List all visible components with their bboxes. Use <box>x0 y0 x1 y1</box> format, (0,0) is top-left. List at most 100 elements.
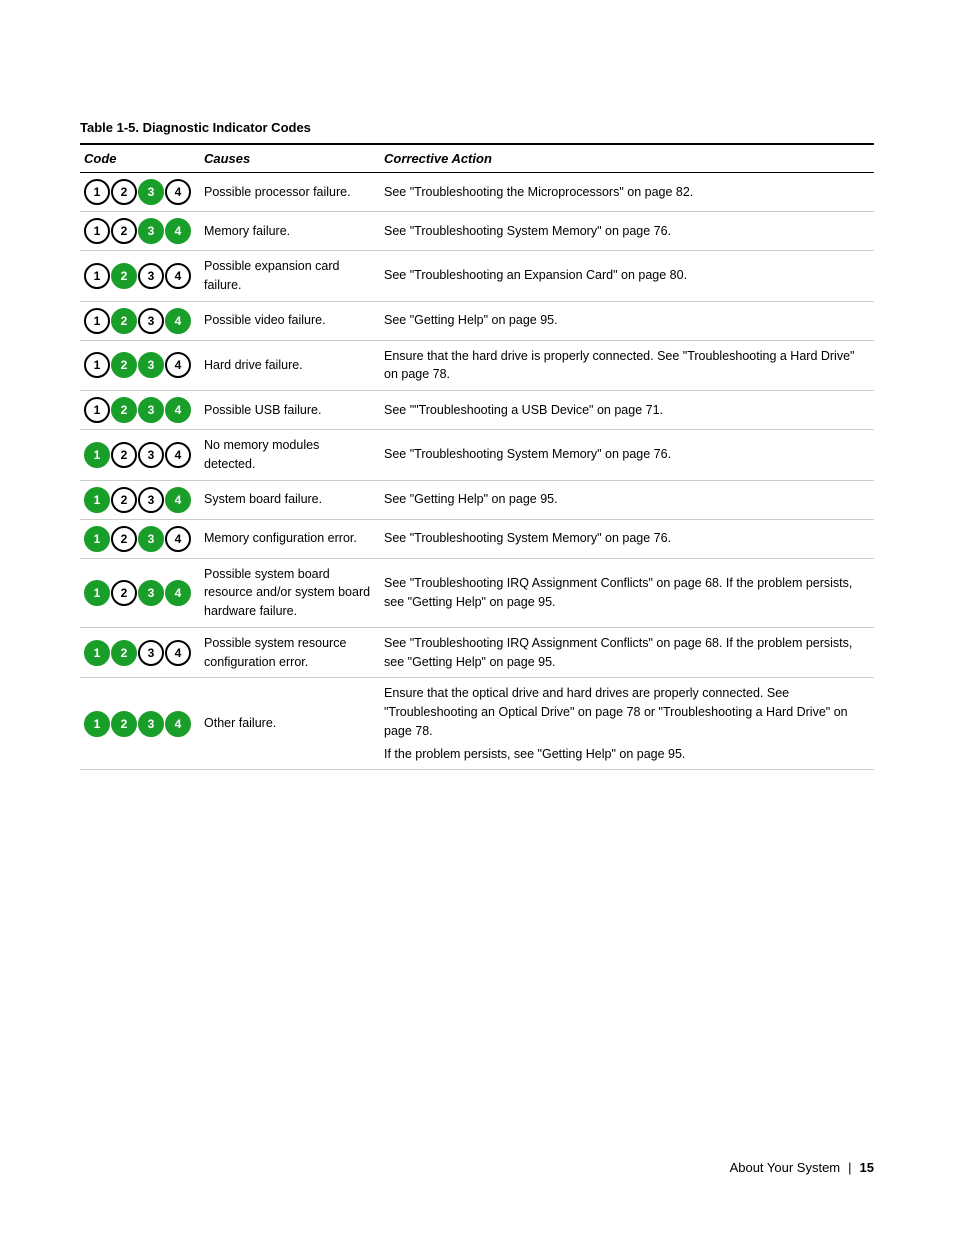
indicator-icon-2: 2 <box>111 397 137 423</box>
table-row: 1234Memory failure.See "Troubleshooting … <box>80 212 874 251</box>
indicator-icon-2: 2 <box>111 352 137 378</box>
indicator-icon-4: 4 <box>165 308 191 334</box>
indicator-icon-2: 2 <box>111 218 137 244</box>
cause-cell: Possible system board resource and/or sy… <box>200 558 380 627</box>
code-icons: 1234 <box>84 352 192 378</box>
code-cell: 1234 <box>80 340 200 391</box>
table-row: 1234Possible processor failure.See "Trou… <box>80 173 874 212</box>
indicator-icon-4: 4 <box>165 580 191 606</box>
table-row: 1234 Possible expansion card failure.See … <box>80 251 874 302</box>
indicator-icon-2: 2 <box>111 711 137 737</box>
indicator-icon-4: 4 <box>165 263 191 289</box>
action-cell: See "Troubleshooting IRQ Assignment Conf… <box>380 558 874 627</box>
code-cell: 1234 <box>80 430 200 481</box>
cause-cell: Memory failure. <box>200 212 380 251</box>
indicator-icon-3: 3 <box>138 397 164 423</box>
table-row: 1234 No memory modules detected.See "Trou… <box>80 430 874 481</box>
code-icons: 1234 <box>84 308 192 334</box>
indicator-icon-4: 4 <box>165 526 191 552</box>
code-cell: 1234 <box>80 519 200 558</box>
code-icons: 1234 <box>84 711 192 737</box>
indicator-icon-1: 1 <box>84 711 110 737</box>
footer: About Your System | 15 <box>730 1160 874 1175</box>
code-icons: 1234 <box>84 487 192 513</box>
indicator-icon-2: 2 <box>111 308 137 334</box>
table-header-row: Code Causes Corrective Action <box>80 144 874 173</box>
diagnostic-table: Code Causes Corrective Action 1234Possib… <box>80 143 874 770</box>
cause-cell: No memory modules detected. <box>200 430 380 481</box>
indicator-icon-2: 2 <box>111 640 137 666</box>
indicator-icon-3: 3 <box>138 580 164 606</box>
action-cell: Ensure that the hard drive is properly c… <box>380 340 874 391</box>
action-cell: See "Troubleshooting System Memory" on p… <box>380 430 874 481</box>
page-container: Table 1-5. Diagnostic Indicator Codes Co… <box>0 0 954 850</box>
action-cell: Ensure that the optical drive and hard d… <box>380 678 874 770</box>
indicator-icon-3: 3 <box>138 308 164 334</box>
indicator-icon-4: 4 <box>165 640 191 666</box>
cause-cell: Possible video failure. <box>200 301 380 340</box>
code-icons: 1234 <box>84 263 192 289</box>
indicator-icon-3: 3 <box>138 711 164 737</box>
table-row: 1234 System board failure.See "Getting He… <box>80 480 874 519</box>
cause-cell: Possible system resource configuration e… <box>200 627 380 678</box>
indicator-icon-4: 4 <box>165 711 191 737</box>
indicator-icon-4: 4 <box>165 442 191 468</box>
cause-cell: System board failure. <box>200 480 380 519</box>
cause-cell: Possible processor failure. <box>200 173 380 212</box>
action-cell: See "Troubleshooting an Expansion Card" … <box>380 251 874 302</box>
indicator-icon-3: 3 <box>138 352 164 378</box>
code-cell: 1234 <box>80 678 200 770</box>
cause-cell: Hard drive failure. <box>200 340 380 391</box>
table-row: 1234 Other failure.Ensure that the optica… <box>80 678 874 770</box>
indicator-icon-3: 3 <box>138 179 164 205</box>
table-row: 1234Possible USB failure.See ""Troublesh… <box>80 391 874 430</box>
cause-cell: Memory configuration error. <box>200 519 380 558</box>
action-cell: See "Troubleshooting IRQ Assignment Conf… <box>380 627 874 678</box>
code-icons: 1234 <box>84 580 192 606</box>
code-cell: 1234 <box>80 391 200 430</box>
table-row: 1234 Memory configuration error.See "Trou… <box>80 519 874 558</box>
action-cell: See "Troubleshooting System Memory" on p… <box>380 212 874 251</box>
col-action: Corrective Action <box>380 144 874 173</box>
footer-pipe: | <box>848 1160 851 1175</box>
indicator-icon-1: 1 <box>84 487 110 513</box>
col-causes: Causes <box>200 144 380 173</box>
table-row: 1234 Possible system board resource and/o… <box>80 558 874 627</box>
code-icons: 1234 <box>84 442 192 468</box>
footer-text: About Your System <box>730 1160 841 1175</box>
indicator-icon-1: 1 <box>84 526 110 552</box>
indicator-icon-1: 1 <box>84 308 110 334</box>
action-cell: See "Getting Help" on page 95. <box>380 480 874 519</box>
code-icons: 1234 <box>84 179 192 205</box>
action-cell: See "Troubleshooting System Memory" on p… <box>380 519 874 558</box>
code-icons: 1234 <box>84 526 192 552</box>
indicator-icon-3: 3 <box>138 218 164 244</box>
code-cell: 1234 <box>80 173 200 212</box>
action-cell: See ""Troubleshooting a USB Device" on p… <box>380 391 874 430</box>
indicator-icon-2: 2 <box>111 487 137 513</box>
indicator-icon-3: 3 <box>138 442 164 468</box>
indicator-icon-1: 1 <box>84 263 110 289</box>
code-cell: 1234 <box>80 480 200 519</box>
indicator-icon-3: 3 <box>138 487 164 513</box>
indicator-icon-1: 1 <box>84 442 110 468</box>
table-title: Table 1-5. Diagnostic Indicator Codes <box>80 120 874 135</box>
table-row: 1234 Possible video failure.See "Getting … <box>80 301 874 340</box>
indicator-icon-1: 1 <box>84 179 110 205</box>
indicator-icon-2: 2 <box>111 179 137 205</box>
cause-cell: Other failure. <box>200 678 380 770</box>
cause-cell: Possible expansion card failure. <box>200 251 380 302</box>
indicator-icon-1: 1 <box>84 640 110 666</box>
indicator-icon-4: 4 <box>165 487 191 513</box>
code-icons: 1234 <box>84 397 192 423</box>
code-cell: 1234 <box>80 627 200 678</box>
code-cell: 1234 <box>80 212 200 251</box>
indicator-icon-2: 2 <box>111 580 137 606</box>
code-cell: 1234 <box>80 301 200 340</box>
indicator-icon-2: 2 <box>111 442 137 468</box>
code-icons: 1234 <box>84 640 192 666</box>
action-cell: See "Getting Help" on page 95. <box>380 301 874 340</box>
footer-page: 15 <box>860 1160 874 1175</box>
indicator-icon-3: 3 <box>138 640 164 666</box>
indicator-icon-3: 3 <box>138 263 164 289</box>
